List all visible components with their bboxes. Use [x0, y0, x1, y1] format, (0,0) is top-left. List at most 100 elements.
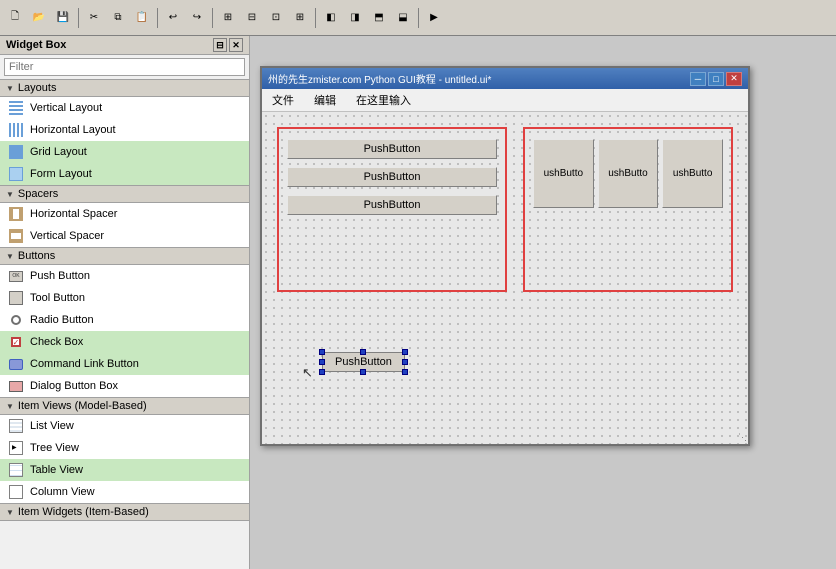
- section-item-widgets[interactable]: ▼ Item Widgets (Item-Based): [0, 503, 249, 521]
- radio-button-label: Radio Button: [30, 314, 94, 326]
- align-l-btn[interactable]: ◧: [320, 7, 342, 29]
- layout-g-btn[interactable]: ⊞: [289, 7, 311, 29]
- qt-close-btn[interactable]: ✕: [726, 72, 742, 86]
- tableview-icon: [8, 462, 24, 478]
- selected-button-container: PushButton: [322, 352, 405, 372]
- horizontal-layout-label: Horizontal Layout: [30, 124, 116, 136]
- preview-btn[interactable]: ▶: [423, 7, 445, 29]
- dialogbtn-icon: [8, 378, 24, 394]
- open-btn[interactable]: 📂: [28, 7, 50, 29]
- widget-box-close-btn[interactable]: ✕: [229, 38, 243, 52]
- hspacer-icon: [8, 206, 24, 222]
- section-spacers-label: Spacers: [18, 188, 58, 200]
- widget-list: ▼ Layouts Vertical Layout Horizontal Lay…: [0, 79, 249, 569]
- section-buttons-arrow: ▼: [6, 252, 14, 261]
- qt-minimize-btn[interactable]: ─: [690, 72, 706, 86]
- layout-v-btn[interactable]: ⊡: [265, 7, 287, 29]
- cut-btn[interactable]: ✂: [83, 7, 105, 29]
- copy-btn[interactable]: ⧉: [107, 7, 129, 29]
- qt-canvas[interactable]: PushButton PushButton PushButton ushButt…: [262, 112, 748, 444]
- qt-window: 州的先生zmister.com Python GUI教程 - untitled.…: [260, 66, 750, 446]
- save-btn[interactable]: 💾: [52, 7, 74, 29]
- menu-file[interactable]: 文件: [268, 91, 298, 109]
- dialog-button-label: Dialog Button Box: [30, 380, 118, 392]
- item-tool-button[interactable]: Tool Button: [0, 287, 249, 309]
- vspacer-icon: [8, 228, 24, 244]
- handle-mr: [402, 359, 408, 365]
- item-vertical-layout[interactable]: Vertical Layout: [0, 97, 249, 119]
- vlayout-icon: [8, 100, 24, 116]
- new-btn[interactable]: 🗋: [4, 7, 26, 29]
- vertical-spacer-label: Vertical Spacer: [30, 230, 104, 242]
- section-layouts-label: Layouts: [18, 82, 57, 94]
- item-check-box[interactable]: ✓ Check Box: [0, 331, 249, 353]
- design-area: 州的先生zmister.com Python GUI教程 - untitled.…: [250, 36, 836, 569]
- widget-box-header-buttons: ⊟ ✕: [213, 38, 243, 52]
- item-radio-button[interactable]: Radio Button: [0, 309, 249, 331]
- qt-title-buttons: ─ □ ✕: [690, 72, 742, 86]
- item-vertical-spacer[interactable]: Vertical Spacer: [0, 225, 249, 247]
- handle-br: [402, 369, 408, 375]
- pushbutton-2[interactable]: PushButton: [287, 167, 497, 187]
- layout-btn[interactable]: ⊞: [217, 7, 239, 29]
- check-icon: ✓: [8, 334, 24, 350]
- item-grid-layout[interactable]: Grid Layout: [0, 141, 249, 163]
- item-dialog-button[interactable]: Dialog Button Box: [0, 375, 249, 397]
- sep5: [418, 8, 419, 28]
- pushbutton-1[interactable]: PushButton: [287, 139, 497, 159]
- grid-pushbutton-3[interactable]: ushButto: [662, 139, 723, 208]
- item-tree-view[interactable]: ▶ Tree View: [0, 437, 249, 459]
- item-command-link[interactable]: Command Link Button: [0, 353, 249, 375]
- sep1: [78, 8, 79, 28]
- align-r-btn[interactable]: ◨: [344, 7, 366, 29]
- menu-edit[interactable]: 编辑: [310, 91, 340, 109]
- section-itemviews-arrow: ▼: [6, 402, 14, 411]
- align-t-btn[interactable]: ⬒: [368, 7, 390, 29]
- table-view-label: Table View: [30, 464, 83, 476]
- pushbutton-3[interactable]: PushButton: [287, 195, 497, 215]
- paste-btn[interactable]: 📋: [131, 7, 153, 29]
- widget-box-float-btn[interactable]: ⊟: [213, 38, 227, 52]
- resize-dots: ⋱: [738, 432, 747, 443]
- item-horizontal-spacer[interactable]: Horizontal Spacer: [0, 203, 249, 225]
- redo-btn[interactable]: ↪: [186, 7, 208, 29]
- layout-h-btn[interactable]: ⊟: [241, 7, 263, 29]
- section-item-views[interactable]: ▼ Item Views (Model-Based): [0, 397, 249, 415]
- horizontal-spacer-label: Horizontal Spacer: [30, 208, 117, 220]
- grid-pushbutton-2[interactable]: ushButto: [598, 139, 659, 208]
- section-itemviews-label: Item Views (Model-Based): [18, 400, 147, 412]
- pushbtn-icon: OK: [8, 268, 24, 284]
- filter-input[interactable]: [4, 58, 245, 76]
- item-horizontal-layout[interactable]: Horizontal Layout: [0, 119, 249, 141]
- main-area: Widget Box ⊟ ✕ ▼ Layouts Vertical Layout…: [0, 36, 836, 569]
- qt-resize-handle[interactable]: ⋱: [736, 432, 748, 444]
- form-layout-container: PushButton PushButton PushButton: [277, 127, 507, 292]
- grid-pushbutton-1[interactable]: ushButto: [533, 139, 594, 208]
- section-buttons[interactable]: ▼ Buttons: [0, 247, 249, 265]
- column-view-label: Column View: [30, 486, 95, 498]
- handle-tr: [402, 349, 408, 355]
- sep2: [157, 8, 158, 28]
- columnview-icon: [8, 484, 24, 500]
- handle-ml: [319, 359, 325, 365]
- sep4: [315, 8, 316, 28]
- qt-maximize-btn[interactable]: □: [708, 72, 724, 86]
- item-form-layout[interactable]: Form Layout: [0, 163, 249, 185]
- section-itemwidgets-arrow: ▼: [6, 508, 14, 517]
- undo-btn[interactable]: ↩: [162, 7, 184, 29]
- tool-button-label: Tool Button: [30, 292, 85, 304]
- section-layouts[interactable]: ▼ Layouts: [0, 79, 249, 97]
- item-list-view[interactable]: List View: [0, 415, 249, 437]
- item-table-view[interactable]: Table View: [0, 459, 249, 481]
- form-icon: [8, 166, 24, 182]
- radio-icon: [8, 312, 24, 328]
- item-push-button[interactable]: OK Push Button: [0, 265, 249, 287]
- handle-tl: [319, 349, 325, 355]
- align-b-btn[interactable]: ⬓: [392, 7, 414, 29]
- item-column-view[interactable]: Column View: [0, 481, 249, 503]
- cursor-arrow: ↖: [302, 365, 313, 381]
- listview-icon: [8, 418, 24, 434]
- section-spacers-arrow: ▼: [6, 190, 14, 199]
- section-spacers[interactable]: ▼ Spacers: [0, 185, 249, 203]
- menu-type-here[interactable]: 在这里输入: [352, 91, 415, 109]
